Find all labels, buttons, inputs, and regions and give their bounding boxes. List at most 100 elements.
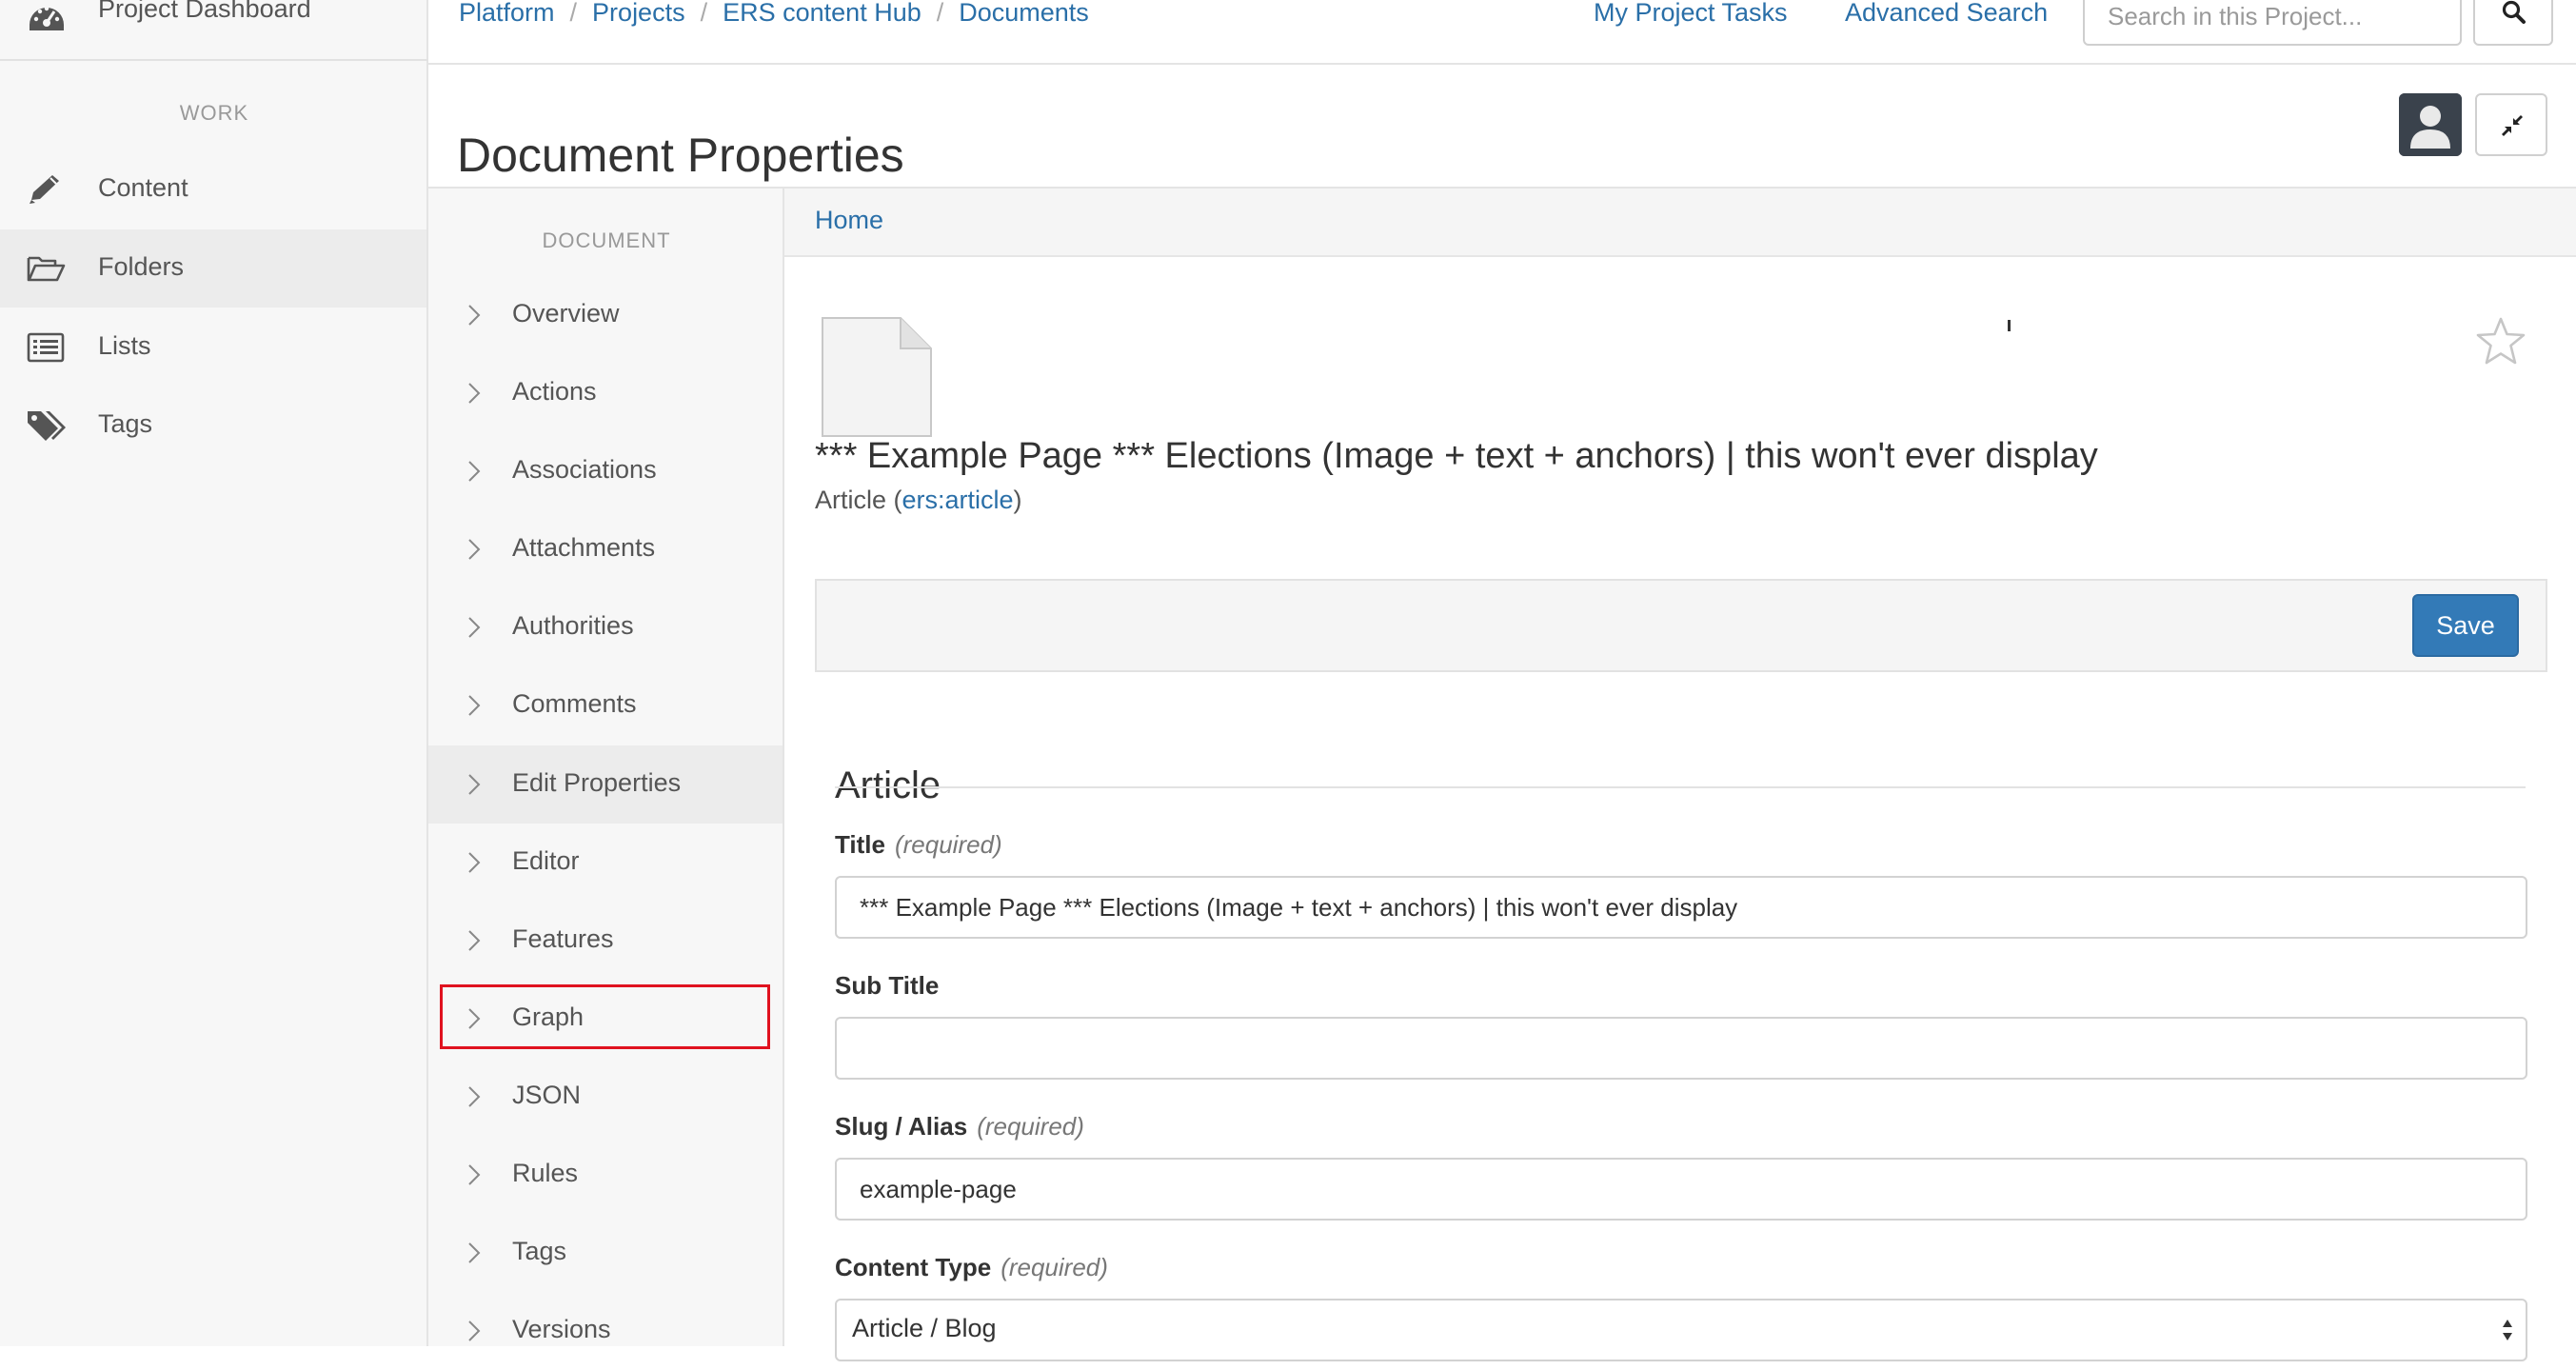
nav-item-content[interactable]: Content: [0, 150, 426, 228]
slug-label: Slug / Alias (required): [835, 1112, 1084, 1142]
search-button[interactable]: [2473, 0, 2553, 46]
docnav-label: Comments: [512, 689, 637, 718]
docnav-item-actions[interactable]: Actions: [428, 354, 783, 432]
dashboard-icon: [27, 0, 67, 36]
subtitle-input[interactable]: [835, 1017, 2527, 1080]
chevron-right-icon: [466, 1006, 482, 1031]
select-arrows-icon: [2501, 1316, 2514, 1344]
breadcrumb: Platform / Projects / ERS content Hub / Docume…: [459, 0, 1089, 28]
docnav-item-comments[interactable]: Comments: [428, 666, 783, 745]
breadcrumb-separator: /: [936, 0, 944, 27]
user-avatar[interactable]: [2399, 93, 2462, 156]
content-type-label-text: Content Type: [835, 1253, 992, 1281]
docnav-item-versions[interactable]: Versions: [428, 1292, 783, 1370]
star-outline-icon[interactable]: [2475, 316, 2526, 366]
project-search-input[interactable]: [2083, 0, 2462, 46]
docnav-label: Rules: [512, 1159, 579, 1187]
form-action-bar: Save: [815, 579, 2547, 672]
nav-section-heading: WORK: [179, 101, 249, 125]
docnav-item-tags[interactable]: Tags: [428, 1214, 783, 1292]
user-avatar-icon: [2399, 93, 2462, 156]
chevron-right-icon: [466, 850, 482, 875]
slug-label-text: Slug / Alias: [835, 1112, 968, 1141]
slug-input[interactable]: [835, 1158, 2527, 1221]
docnav-label: Overview: [512, 299, 620, 328]
breadcrumb-content-hub[interactable]: ERS content Hub: [723, 0, 921, 27]
docnav-item-json[interactable]: JSON: [428, 1058, 783, 1136]
required-note: (required): [977, 1112, 1084, 1141]
chevron-right-icon: [466, 615, 482, 640]
nav-label: Content: [98, 173, 188, 202]
chevron-right-icon: [466, 928, 482, 953]
save-button[interactable]: Save: [2412, 594, 2519, 657]
title-label-text: Title: [835, 830, 885, 859]
document-type-suffix: ): [1013, 486, 1022, 514]
chevron-right-icon: [466, 459, 482, 484]
docnav-label: Edit Properties: [512, 768, 682, 797]
docnav-label: JSON: [512, 1081, 582, 1109]
docnav-label: Associations: [512, 455, 657, 484]
docnav-label: Graph: [512, 1003, 585, 1031]
breadcrumb-projects[interactable]: Projects: [592, 0, 685, 27]
docnav-label: Features: [512, 924, 614, 953]
chevron-right-icon: [466, 1162, 482, 1187]
breadcrumb-separator: /: [569, 0, 578, 27]
subtitle-label-text: Sub Title: [835, 971, 940, 1000]
nav-label: Project Dashboard: [98, 0, 311, 23]
form-heading-divider: [835, 786, 2526, 788]
document-navigation: DOCUMENT Overview Actions Associations A…: [428, 189, 784, 1346]
docnav-section-heading: DOCUMENT: [542, 228, 671, 252]
nav-label: Lists: [98, 331, 151, 360]
chevron-right-icon: [466, 1084, 482, 1109]
docnav-label: Versions: [512, 1315, 611, 1343]
file-icon: [821, 316, 933, 438]
docnav-label: Tags: [512, 1237, 567, 1265]
docnav-item-features[interactable]: Features: [428, 902, 783, 980]
list-icon: [26, 329, 66, 366]
nav-item-lists[interactable]: Lists: [0, 308, 426, 387]
nav-item-folders[interactable]: Folders: [0, 229, 426, 308]
content-type-label: Content Type (required): [835, 1253, 1108, 1282]
breadcrumb-documents[interactable]: Documents: [959, 0, 1089, 27]
breadcrumb-home-link[interactable]: Home: [815, 206, 883, 235]
docnav-item-associations[interactable]: Associations: [428, 432, 783, 510]
docnav-item-overview[interactable]: Overview: [428, 276, 783, 354]
folder-open-icon: [26, 250, 66, 287]
docnav-label: Actions: [512, 377, 597, 406]
chevron-right-icon: [466, 693, 482, 718]
document-title: *** Example Page *** Elections (Image + …: [815, 436, 2098, 476]
chevron-right-icon: [466, 303, 482, 328]
docnav-item-authorities[interactable]: Authorities: [428, 588, 783, 666]
content-type-select[interactable]: Article / Blog: [835, 1299, 2527, 1361]
breadcrumb-separator: /: [700, 0, 708, 27]
title-input[interactable]: [835, 876, 2527, 939]
content-breadcrumb: Home: [784, 189, 2576, 257]
document-type: Article (ers:article): [815, 486, 1022, 515]
docnav-item-rules[interactable]: Rules: [428, 1136, 783, 1214]
advanced-search-link[interactable]: Advanced Search: [1845, 0, 2048, 28]
breadcrumb-platform[interactable]: Platform: [459, 0, 555, 27]
left-navigation: Project Dashboard WORK Content Folders L…: [0, 0, 428, 1346]
stray-mark: [2008, 320, 2011, 331]
nav-item-project-dashboard[interactable]: Project Dashboard: [0, 0, 428, 61]
docnav-item-attachments[interactable]: Attachments: [428, 510, 783, 588]
title-label: Title (required): [835, 830, 1002, 860]
chevron-right-icon: [466, 381, 482, 406]
nav-label: Tags: [98, 409, 153, 438]
subtitle-label: Sub Title: [835, 971, 939, 1001]
docnav-label: Authorities: [512, 611, 634, 640]
docnav-item-editor[interactable]: Editor: [428, 824, 783, 902]
chevron-right-icon: [466, 1319, 482, 1343]
docnav-label: Editor: [512, 846, 580, 875]
nav-label: Folders: [98, 252, 185, 281]
docnav-item-edit-properties[interactable]: Edit Properties: [428, 745, 783, 824]
pencil-icon: [26, 171, 66, 208]
page-title: Document Properties: [457, 128, 904, 182]
chevron-right-icon: [466, 537, 482, 562]
nav-item-tags[interactable]: Tags: [0, 387, 426, 465]
my-project-tasks-link[interactable]: My Project Tasks: [1594, 0, 1788, 28]
docnav-item-graph[interactable]: Graph: [428, 980, 783, 1058]
collapse-button[interactable]: [2475, 93, 2547, 156]
document-type-link[interactable]: ers:article: [902, 486, 1014, 514]
docnav-label: Attachments: [512, 533, 656, 562]
